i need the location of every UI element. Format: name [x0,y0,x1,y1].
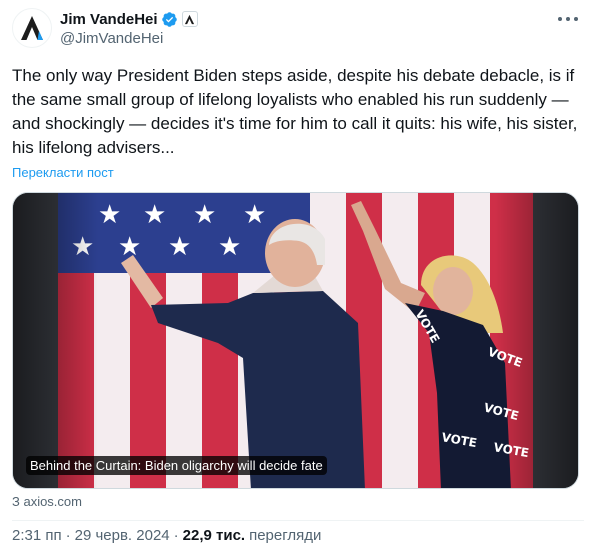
tweet-text: The only way President Biden steps aside… [12,66,578,157]
link-card-image[interactable]: ★ ★ ★ ★ ★ ★ ★ ★ VOTE VOTE VOT [12,192,579,489]
card-title-caption: Behind the Curtain: Biden oligarchy will… [26,456,327,475]
axios-logo-icon [21,16,43,40]
tweet-time[interactable]: 2:31 пп [12,527,62,544]
author-name[interactable]: Jim VandeHei [60,11,158,28]
news-photo: ★ ★ ★ ★ ★ ★ ★ ★ VOTE VOTE VOT [13,193,578,488]
tweet-meta: 2:31 пп · 29 черв. 2024 · 22,9 тис. пере… [12,527,321,544]
author-handle[interactable]: @JimVandeHei [60,30,163,47]
separator-dot: · [173,527,179,544]
tweet-date[interactable]: 29 черв. 2024 [75,527,170,544]
more-options-icon[interactable] [558,14,578,24]
tweet-header: Jim VandeHei @JimVandeHei [12,8,584,52]
verified-badge-icon[interactable] [161,11,178,28]
avatar[interactable] [12,8,52,48]
translate-post-link[interactable]: Перекласти пост [12,165,114,180]
views-label: перегляди [249,527,322,544]
separator-dot: · [65,527,71,544]
card-source-link[interactable]: З axios.com [12,494,82,509]
views-count[interactable]: 22,9 тис. [183,527,245,544]
axios-affiliate-icon[interactable] [181,11,198,27]
divider [12,520,584,521]
